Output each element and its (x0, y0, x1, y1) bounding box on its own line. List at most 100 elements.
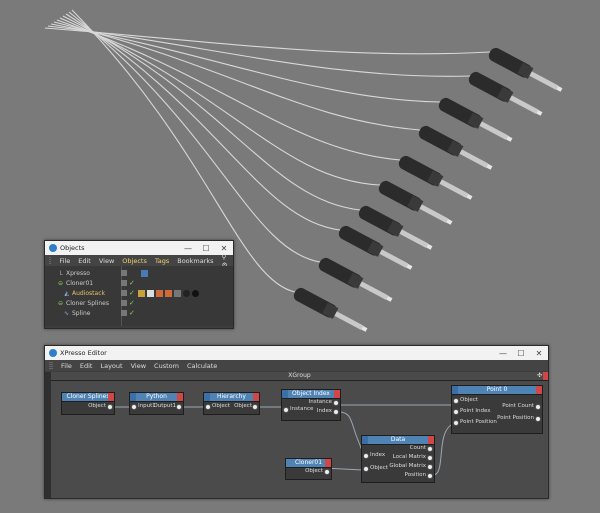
port-dot[interactable] (427, 473, 433, 479)
output-port-menu[interactable] (177, 393, 183, 401)
audio-jack (318, 257, 393, 302)
visibility-dot[interactable] (121, 290, 127, 296)
maximize-icon[interactable]: ☐ (512, 349, 530, 358)
port-dot[interactable] (453, 398, 459, 404)
port-global-matrix: Global Matrix (389, 463, 426, 469)
input-port-menu[interactable] (130, 393, 136, 401)
menu-tags[interactable]: Tags (155, 257, 169, 265)
port-object-out: Object (305, 468, 323, 474)
visibility-dot[interactable] (121, 310, 127, 316)
port-dot[interactable] (131, 404, 137, 410)
visibility-dot[interactable] (121, 270, 127, 276)
object-name[interactable]: Spline (72, 310, 121, 317)
close-icon[interactable]: ✕ (530, 349, 548, 358)
port-dot[interactable] (535, 416, 541, 422)
menu-custom[interactable]: Custom (154, 362, 179, 370)
enabled-check-icon[interactable]: ✓ (129, 299, 135, 307)
input-port-menu[interactable] (282, 390, 288, 398)
object-row-xpresso[interactable]: L Xpresso (45, 268, 233, 278)
close-icon[interactable]: ✕ (215, 244, 233, 253)
output-port-menu[interactable] (334, 390, 340, 398)
selection-tag-icon[interactable] (155, 289, 163, 297)
input-port-menu[interactable] (452, 386, 458, 394)
port-instance-out: Instance (308, 399, 332, 405)
output-port-menu[interactable] (428, 436, 434, 444)
port-dot[interactable] (283, 407, 289, 413)
enabled-check-icon[interactable]: ✓ (129, 289, 135, 297)
node-point[interactable]: Point 0 Object Point Count Point Index P… (451, 385, 543, 434)
xpresso-tag-icon[interactable] (141, 269, 148, 277)
material-tag-icon[interactable] (191, 289, 199, 297)
menu-edit[interactable]: Edit (78, 257, 91, 265)
port-dot[interactable] (205, 404, 211, 410)
port-dot[interactable] (252, 404, 258, 410)
xpresso-title: XPresso Editor (60, 349, 107, 357)
texture-tag-icon[interactable] (173, 289, 181, 297)
uvw-tag-icon[interactable] (146, 289, 154, 297)
object-row-audiostack[interactable]: ◭ Audiostack ✓ (45, 288, 233, 298)
material-tag-icon[interactable] (182, 289, 190, 297)
enabled-check-icon[interactable]: ✓ (129, 279, 135, 287)
menu-view[interactable]: View (99, 257, 114, 265)
port-dot[interactable] (363, 453, 369, 459)
port-dot[interactable] (427, 455, 433, 461)
node-title: Point 0 (486, 386, 508, 393)
enabled-check-icon[interactable]: ✓ (129, 309, 135, 317)
object-name[interactable]: Xpresso (66, 270, 121, 277)
port-dot[interactable] (324, 469, 330, 475)
object-row-spline[interactable]: ∿ Spline ✓ (45, 308, 233, 318)
port-dot[interactable] (363, 466, 369, 472)
minimize-icon[interactable]: — (494, 349, 512, 358)
selection-tag-icon[interactable] (164, 289, 172, 297)
output-port-menu[interactable] (536, 386, 542, 394)
port-dot[interactable] (176, 404, 182, 410)
input-port-menu[interactable] (204, 393, 210, 401)
navigate-icon[interactable]: ✣ (537, 372, 542, 380)
minimize-icon[interactable]: — (179, 244, 197, 253)
object-name[interactable]: Cloner Splines (66, 300, 121, 307)
menu-bookmarks[interactable]: Bookmarks (177, 257, 213, 265)
object-row-cloner01[interactable]: ⊖ Cloner01 ✓ (45, 278, 233, 288)
menu-objects[interactable]: Objects (122, 257, 147, 265)
visibility-dot[interactable] (121, 300, 127, 306)
input-port-menu[interactable] (362, 436, 368, 444)
port-dot[interactable] (535, 404, 541, 410)
objects-titlebar[interactable]: Objects — ☐ ✕ (45, 241, 233, 255)
menu-edit[interactable]: Edit (80, 362, 93, 370)
output-port-menu[interactable] (325, 459, 331, 467)
object-name[interactable]: Audiostack (72, 290, 121, 297)
node-data[interactable]: Data Count Index Local Matrix Object Glo… (361, 435, 435, 483)
menu-file[interactable]: File (61, 362, 72, 370)
node-canvas[interactable]: Cloner Splines Object Python Input1 Outp… (51, 381, 548, 498)
output-port-menu[interactable] (108, 393, 114, 401)
port-dot[interactable] (453, 420, 459, 426)
port-dot[interactable] (427, 446, 433, 452)
node-python[interactable]: Python Input1 Output1 (129, 392, 184, 415)
xgroup-output-port[interactable] (543, 372, 548, 380)
phong-tag-icon[interactable] (137, 289, 145, 297)
port-dot[interactable] (333, 409, 339, 415)
menu-file[interactable]: File (59, 257, 70, 265)
port-dot[interactable] (427, 464, 433, 470)
port-dot[interactable] (453, 409, 459, 415)
menu-calculate[interactable]: Calculate (187, 362, 217, 370)
node-hierarchy[interactable]: Hierarchy Object Object (203, 392, 260, 415)
node-title: Data (390, 436, 406, 443)
port-dot[interactable] (107, 404, 113, 410)
object-row-cloner-splines[interactable]: ⊖ Cloner Splines ✓ (45, 298, 233, 308)
menu-view[interactable]: View (131, 362, 146, 370)
port-point-position-in: Point Position (460, 419, 497, 425)
xgroup-header[interactable]: XGroup ✣ (51, 372, 548, 381)
node-cloner-splines[interactable]: Cloner Splines Object (61, 392, 115, 415)
port-local-matrix: Local Matrix (392, 454, 426, 460)
mesh-icon: ◭ (64, 289, 69, 297)
visibility-dot[interactable] (121, 280, 127, 286)
object-name[interactable]: Cloner01 (66, 280, 121, 287)
xpresso-titlebar[interactable]: XPresso Editor — ☐ ✕ (45, 346, 548, 360)
node-object-index[interactable]: Object Index Instance Instance Index (281, 389, 341, 421)
output-port-menu[interactable] (253, 393, 259, 401)
port-dot[interactable] (333, 400, 339, 406)
maximize-icon[interactable]: ☐ (197, 244, 215, 253)
menu-layout[interactable]: Layout (100, 362, 122, 370)
node-cloner01[interactable]: Cloner01 Object (285, 458, 332, 480)
